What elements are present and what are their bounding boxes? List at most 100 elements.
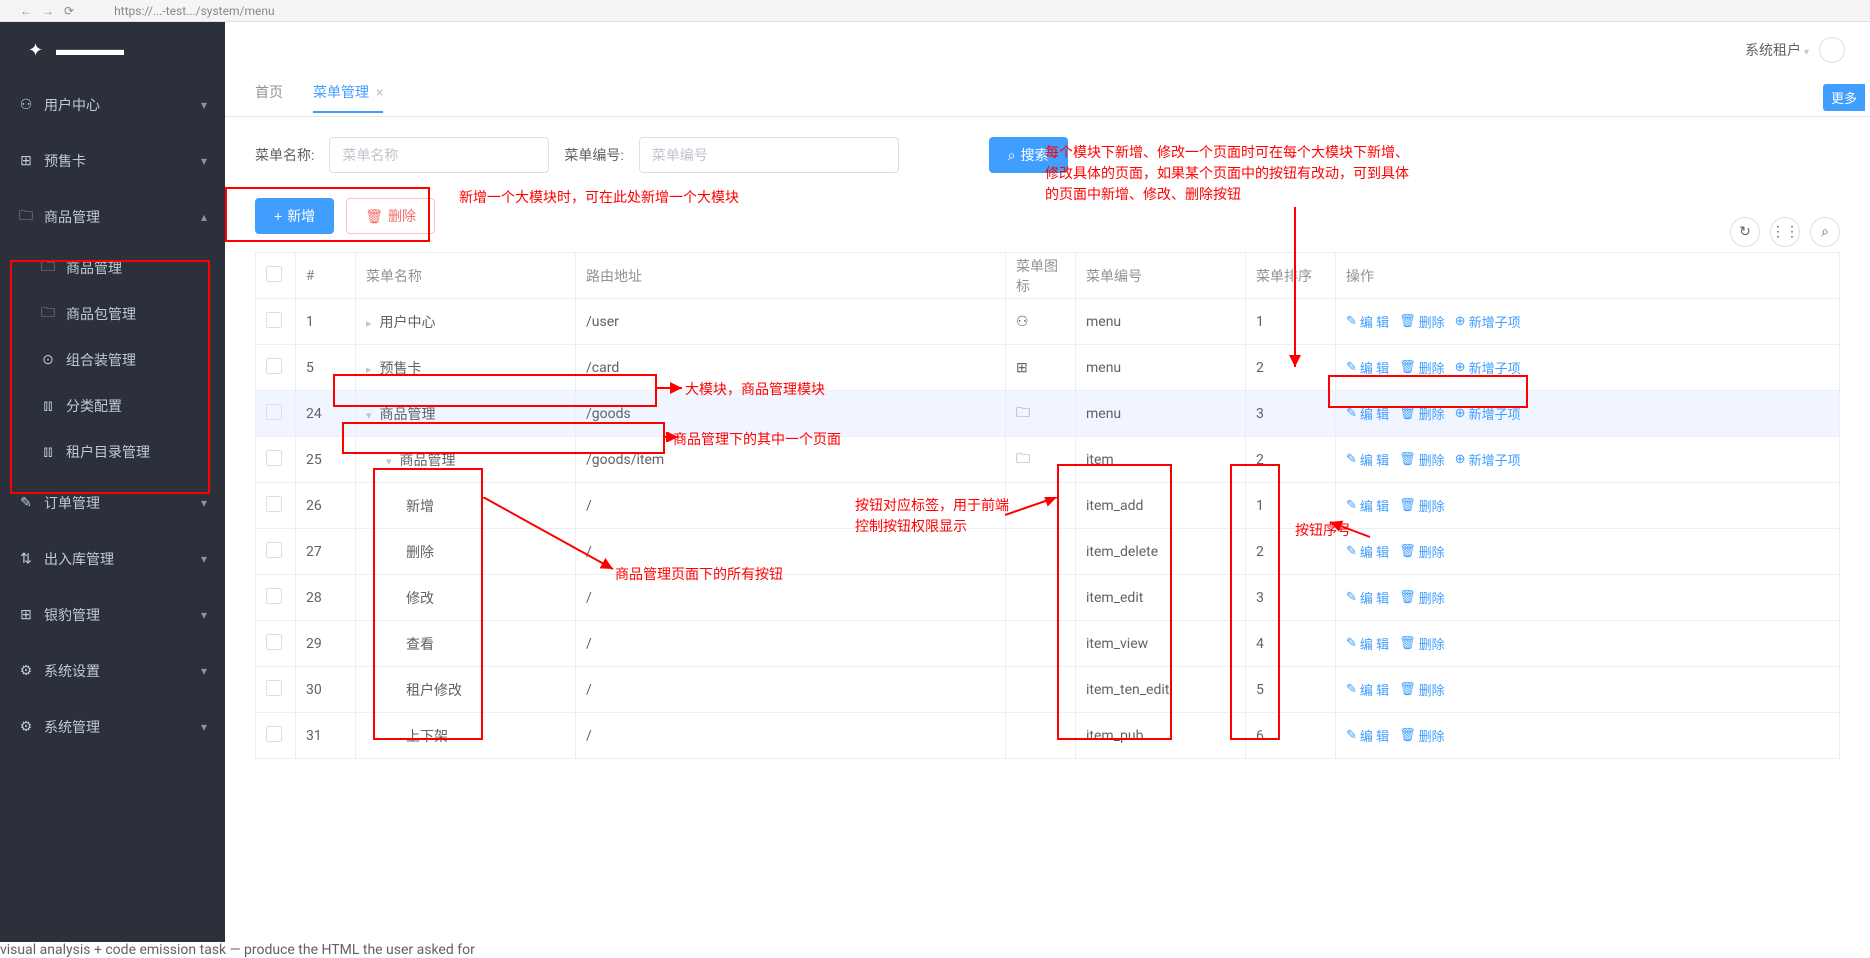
- sidebar-item-label: 商品包管理: [66, 304, 136, 324]
- browser-fwd-icon[interactable]: →: [42, 4, 54, 18]
- edit-link[interactable]: ✎编 辑: [1346, 680, 1389, 699]
- row-checkbox[interactable]: [266, 358, 282, 374]
- row-idx: 31: [296, 713, 356, 759]
- row-checkbox[interactable]: [266, 312, 282, 328]
- sidebar-item[interactable]: ⊞银豹管理▾: [0, 587, 225, 643]
- sidebar-item[interactable]: ✎订单管理▾: [0, 475, 225, 531]
- row-name-cell: ▾ 商品管理: [356, 437, 576, 483]
- row-checkbox[interactable]: [266, 496, 282, 512]
- edit-link[interactable]: ✎编 辑: [1346, 450, 1389, 469]
- row-checkbox[interactable]: [266, 450, 282, 466]
- delete-link[interactable]: 🗑删除: [1399, 404, 1445, 423]
- edit-link[interactable]: ✎编 辑: [1346, 358, 1389, 377]
- menucode-input[interactable]: [639, 137, 899, 173]
- edit-link[interactable]: ✎编 辑: [1346, 634, 1389, 653]
- sidebar-subitem[interactable]: 🗀商品包管理: [10, 291, 225, 337]
- order-icon: ✎: [18, 495, 34, 511]
- delete-link[interactable]: 🗑删除: [1399, 634, 1445, 653]
- sidebar-item-label: 系统管理: [44, 717, 100, 737]
- tab-home[interactable]: 首页: [255, 82, 283, 112]
- delete-link[interactable]: 🗑删除: [1399, 542, 1445, 561]
- search-row: 菜单名称: 菜单编号: ⌕搜索: [255, 137, 1840, 173]
- sidebar-item-label: 商品管理: [44, 207, 100, 227]
- addsub-link[interactable]: ⊕新增子项: [1455, 358, 1521, 377]
- sidebar-item-label: 出入库管理: [44, 549, 114, 569]
- delete-button[interactable]: 🗑删除: [346, 198, 435, 234]
- sidebar-subitem[interactable]: ⊙ 组合装管理: [10, 337, 225, 383]
- row-checkbox[interactable]: [266, 634, 282, 650]
- row-checkbox[interactable]: [266, 404, 282, 420]
- add-button[interactable]: +新增: [255, 198, 334, 234]
- edit-link[interactable]: ✎编 辑: [1346, 588, 1389, 607]
- sidebar-subitem[interactable]: 🗀商品管理: [10, 245, 225, 291]
- tabs-more-button[interactable]: 更多: [1823, 84, 1865, 111]
- close-icon[interactable]: ×: [376, 85, 383, 101]
- browser-refresh-icon[interactable]: ⟳: [64, 4, 74, 18]
- row-name: 上下架: [406, 729, 448, 745]
- sidebar-item-label: 组合装管理: [66, 350, 136, 370]
- edit-link[interactable]: ✎编 辑: [1346, 726, 1389, 745]
- sidebar-item[interactable]: ⚙系统管理▾: [0, 699, 225, 755]
- row-checkbox[interactable]: [266, 542, 282, 558]
- search-button[interactable]: ⌕搜索: [989, 137, 1068, 173]
- row-name-cell: 查看: [356, 621, 576, 667]
- delete-link[interactable]: 🗑删除: [1399, 726, 1445, 745]
- pos-icon: ⊞: [18, 607, 34, 623]
- row-ops: ✎编 辑 🗑删除 ⊕新增子项: [1336, 345, 1840, 391]
- sidebar-item[interactable]: ⊞预售卡▾: [0, 133, 225, 189]
- sidebar-item[interactable]: ⚙系统设置▾: [0, 643, 225, 699]
- addsub-link[interactable]: ⊕新增子项: [1455, 404, 1521, 423]
- edit-link[interactable]: ✎编 辑: [1346, 312, 1389, 331]
- plus-circle-icon: ⊕: [1455, 360, 1466, 375]
- edit-icon: ✎: [1346, 590, 1357, 605]
- delete-link[interactable]: 🗑删除: [1399, 312, 1445, 331]
- sidebar-subitem[interactable]: ⫾⫾分类配置: [10, 383, 225, 429]
- addsub-link[interactable]: ⊕新增子项: [1455, 450, 1521, 469]
- delete-link[interactable]: 🗑删除: [1399, 496, 1445, 515]
- delete-link[interactable]: 🗑删除: [1399, 588, 1445, 607]
- col-name: 菜单名称: [356, 253, 576, 299]
- row-icon: [1006, 529, 1076, 575]
- expand-icon[interactable]: ▸: [366, 317, 372, 330]
- avatar[interactable]: [1819, 37, 1845, 63]
- delete-link[interactable]: 🗑删除: [1399, 358, 1445, 377]
- row-path: /goods/item: [576, 437, 1006, 483]
- tenant-dropdown[interactable]: 系统租户▾: [1745, 40, 1809, 60]
- search-toggle-icon[interactable]: ⌕: [1810, 217, 1840, 247]
- trash-icon: 🗑: [1399, 314, 1416, 329]
- edit-link[interactable]: ✎编 辑: [1346, 542, 1389, 561]
- row-ops: ✎编 辑 🗑删除 ⊕新增子项: [1336, 299, 1840, 345]
- delete-link[interactable]: 🗑删除: [1399, 450, 1445, 469]
- edit-link[interactable]: ✎编 辑: [1346, 404, 1389, 423]
- delete-link[interactable]: 🗑删除: [1399, 680, 1445, 699]
- row-sort: 2: [1246, 437, 1336, 483]
- row-checkbox[interactable]: [266, 680, 282, 696]
- checkbox-all[interactable]: [266, 266, 282, 282]
- sidebar-item[interactable]: ⇅出入库管理▾: [0, 531, 225, 587]
- sidebar-item[interactable]: 🗀商品管理▴: [0, 189, 225, 245]
- addsub-link[interactable]: ⊕新增子项: [1455, 312, 1521, 331]
- tab-menu-mgmt[interactable]: 菜单管理 ×: [313, 82, 383, 112]
- sidebar-subitem[interactable]: ⫾⫾租户目录管理: [10, 429, 225, 475]
- refresh-icon[interactable]: ↻: [1730, 217, 1760, 247]
- chevron-icon: ▾: [201, 552, 207, 566]
- chevron-icon: ▾: [201, 98, 207, 112]
- combo-icon: ⊙: [40, 352, 56, 368]
- expand-icon[interactable]: ▾: [366, 409, 372, 422]
- row-path: /: [576, 621, 1006, 667]
- row-checkbox[interactable]: [266, 726, 282, 742]
- menuname-input[interactable]: [329, 137, 549, 173]
- expand-icon[interactable]: ▾: [386, 455, 392, 468]
- row-code: item_add: [1076, 483, 1246, 529]
- row-name: 商品管理: [400, 453, 456, 469]
- expand-icon[interactable]: ▸: [366, 363, 372, 376]
- row-checkbox[interactable]: [266, 588, 282, 604]
- edit-link[interactable]: ✎编 辑: [1346, 496, 1389, 515]
- columns-icon[interactable]: ⋮⋮: [1770, 217, 1800, 247]
- row-idx: 27: [296, 529, 356, 575]
- browser-back-icon[interactable]: ←: [20, 4, 32, 18]
- sidebar-item[interactable]: ⚇用户中心▾: [0, 77, 225, 133]
- chevron-icon: ▾: [201, 664, 207, 678]
- row-idx: 24: [296, 391, 356, 437]
- row-path: /: [576, 713, 1006, 759]
